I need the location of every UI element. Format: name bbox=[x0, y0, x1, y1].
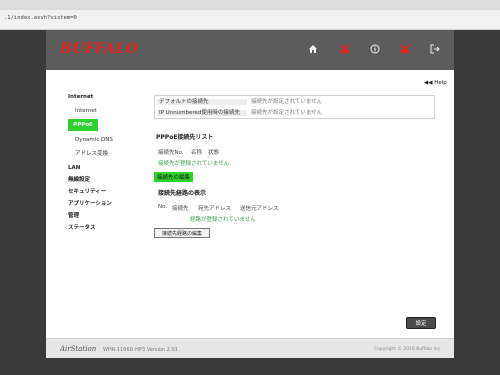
col-route-src-address: 送信元アドレス bbox=[240, 206, 279, 212]
sidebar-item-status[interactable]: ステータス bbox=[68, 225, 96, 231]
sidebar-item-address-translation[interactable]: アドレス変換 bbox=[75, 151, 108, 157]
edit-connection-button[interactable]: 接続先の編集 bbox=[154, 172, 193, 182]
sidebar-item-pppoe[interactable]: PPPoE bbox=[68, 119, 98, 131]
sidebar-item-internet-group[interactable]: Internet bbox=[68, 94, 93, 100]
setting-button[interactable]: 設定 bbox=[406, 317, 436, 329]
col-route-no: No. bbox=[158, 204, 168, 210]
main-content: デフォルトの接続先 接続先が設定されていません IP Unnumbered使用時… bbox=[150, 90, 443, 280]
logout-icon[interactable] bbox=[426, 40, 444, 58]
route-empty-note: 経路が登録されていません bbox=[190, 217, 256, 223]
default-destination-box: デフォルトの接続先 接続先が設定されていません IP Unnumbered使用時… bbox=[154, 95, 435, 119]
home-icon[interactable] bbox=[304, 40, 322, 58]
crossed-icon[interactable] bbox=[336, 40, 354, 58]
pppoe-empty-note: 接続先が登録されていません bbox=[158, 161, 230, 167]
crossed-icon[interactable] bbox=[396, 40, 414, 58]
browser-address-bar[interactable]: .1/index.asvh?vistem=0 bbox=[0, 10, 500, 30]
model-version: WHR-1166D-HP3 Version 2.01 bbox=[103, 347, 178, 353]
sidebar-item-application[interactable]: アプリケーション bbox=[68, 201, 112, 207]
col-status: 状態 bbox=[208, 150, 220, 156]
url-text[interactable]: .1/index.asvh?vistem=0 bbox=[4, 15, 77, 21]
airstation-logo: AirStation bbox=[60, 345, 97, 353]
browser-tab-strip bbox=[0, 0, 500, 10]
info-row: デフォルトの接続先 接続先が設定されていません bbox=[155, 96, 434, 107]
pppoe-list-title: PPPoE接続先リスト bbox=[156, 134, 214, 141]
sidebar-item-wireless[interactable]: 無線設定 bbox=[68, 177, 90, 183]
info-value: 接続先が設定されていません bbox=[251, 99, 323, 105]
sidebar-item-security[interactable]: セキュリティー bbox=[68, 189, 106, 195]
info-key: デフォルトの接続先 bbox=[157, 99, 247, 105]
sidebar-item-internet[interactable]: Internet bbox=[75, 108, 97, 114]
buffalo-logo[interactable]: BUFFALO bbox=[60, 41, 138, 57]
sidebar-item-dynamic-dns[interactable]: Dynamic DNS bbox=[75, 137, 113, 143]
info-row: IP Unnumbered使用時の接続先 接続先が設定されていません bbox=[155, 107, 434, 118]
help-link[interactable]: ◀◀ Help bbox=[424, 80, 447, 86]
col-route-destination: 接続先 bbox=[172, 206, 189, 212]
info-value: 接続先が設定されていません bbox=[251, 110, 323, 116]
col-connection-no: 接続先No. bbox=[158, 150, 184, 156]
copyright: Copyright © 2016 Buffalo Inc. bbox=[374, 347, 442, 352]
route-title: 接続先経路の表示 bbox=[158, 190, 207, 197]
router-admin-page: BUFFALO ◀◀ Help Internet Internet PPPoE … bbox=[46, 30, 454, 358]
col-name: 名称 bbox=[191, 150, 203, 156]
sidebar-item-lan[interactable]: LAN bbox=[68, 165, 80, 171]
sidebar-item-admin[interactable]: 管理 bbox=[68, 213, 79, 219]
footer-bar: AirStation WHR-1166D-HP3 Version 2.01 Co… bbox=[46, 338, 454, 358]
header-bar: BUFFALO bbox=[46, 30, 454, 70]
info-key: IP Unnumbered使用時の接続先 bbox=[157, 110, 247, 116]
edit-route-button[interactable]: 接続先経路の編集 bbox=[154, 228, 210, 238]
info-icon[interactable] bbox=[366, 40, 384, 58]
col-route-dest-address: 宛先アドレス bbox=[198, 206, 232, 212]
